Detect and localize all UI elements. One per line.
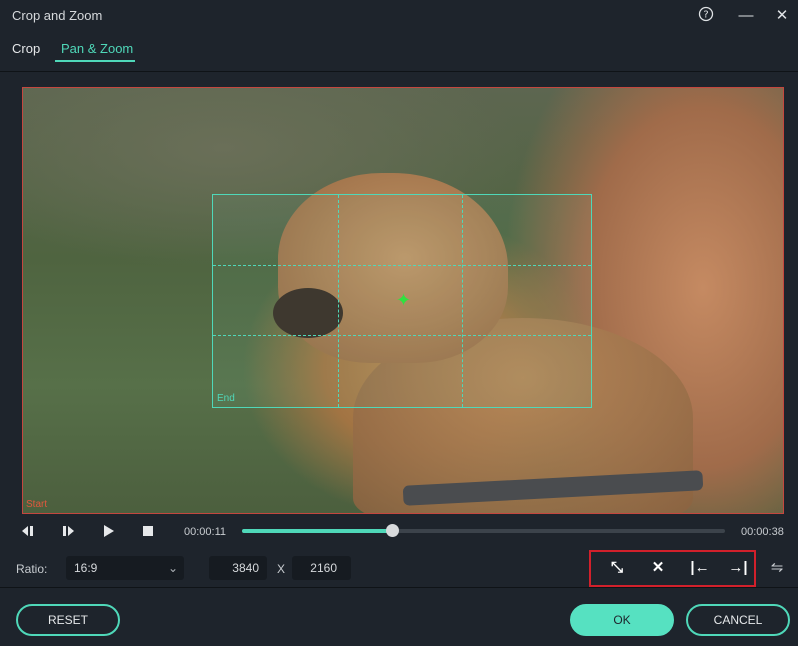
grid-line — [213, 334, 591, 336]
shrink-icon[interactable]: ⤡ — [607, 558, 627, 578]
previous-frame-icon[interactable] — [20, 523, 36, 539]
title-bar: Crop and Zoom ? — ✕ — [0, 0, 798, 32]
window-title: Crop and Zoom — [12, 8, 103, 23]
chevron-down-icon: ⌄ — [167, 561, 178, 575]
cancel-button[interactable]: CANCEL — [686, 604, 790, 636]
end-label: End — [217, 393, 235, 404]
play-icon[interactable] — [100, 523, 116, 539]
height-input[interactable]: 2160 — [292, 556, 351, 580]
tab-pan-zoom[interactable]: Pan & Zoom — [61, 41, 133, 56]
close-icon[interactable]: ✕ — [772, 6, 792, 26]
video-preview[interactable]: ✦ End Start — [22, 87, 784, 514]
tab-crop[interactable]: Crop — [12, 41, 40, 56]
current-time: 00:00:11 — [184, 526, 227, 538]
swap-icon[interactable]: ⇋ — [767, 558, 787, 578]
divider — [0, 587, 798, 588]
ratio-label: Ratio: — [16, 562, 48, 576]
active-tab-indicator — [55, 60, 135, 62]
reset-button[interactable]: RESET — [16, 604, 120, 636]
grid-line — [462, 195, 464, 407]
stop-icon[interactable] — [140, 523, 156, 539]
grid-line — [337, 195, 339, 407]
grid-line — [213, 264, 591, 266]
ratio-value: 16:9 — [74, 561, 98, 575]
divider — [0, 71, 798, 72]
end-crop-rectangle[interactable]: ✦ End — [212, 194, 592, 408]
minimize-icon[interactable]: — — [736, 6, 756, 26]
help-circle-icon[interactable]: ? — [696, 6, 716, 26]
playback-slider[interactable] — [242, 524, 725, 537]
expand-icon[interactable]: ✕ — [648, 558, 668, 578]
width-input[interactable]: 3840 — [209, 556, 267, 580]
dimension-separator: X — [277, 562, 286, 576]
ok-button[interactable]: OK — [570, 604, 674, 636]
start-label: Start — [26, 499, 48, 510]
svg-text:?: ? — [703, 10, 708, 21]
align-start-icon[interactable]: |← — [688, 558, 712, 578]
align-end-icon[interactable]: →| — [726, 558, 750, 578]
playback-thumb[interactable] — [385, 524, 399, 537]
ratio-dropdown[interactable]: 16:9 ⌄ — [66, 556, 184, 580]
center-marker-icon: ✦ — [396, 290, 412, 310]
next-frame-icon[interactable] — [60, 523, 76, 539]
playback-progress — [242, 529, 392, 533]
total-time: 00:00:38 — [741, 526, 784, 538]
